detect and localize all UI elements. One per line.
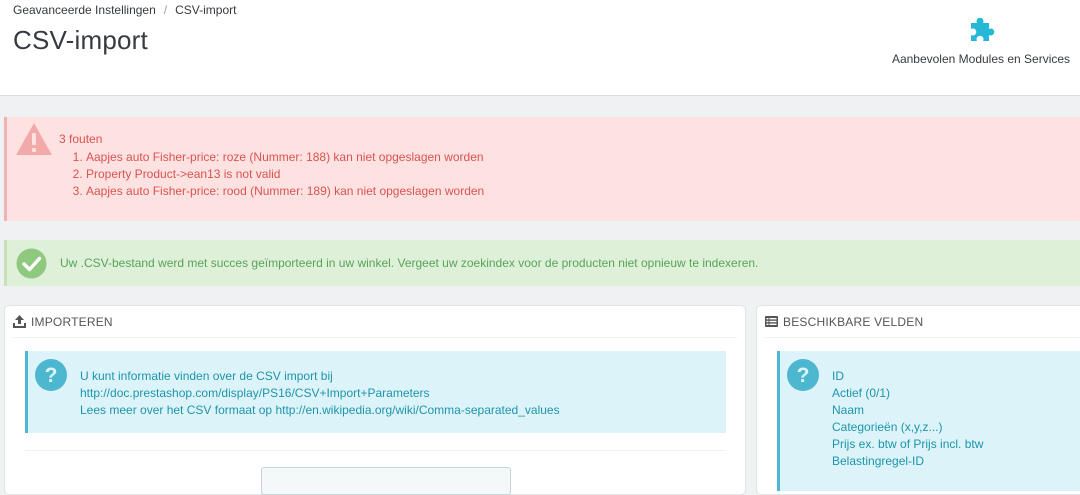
error-count: 3 fouten [59,132,103,146]
svg-text:?: ? [45,364,58,387]
import-info-text: U kunt informatie vinden over de CSV imp… [80,368,560,419]
error-item: Aapjes auto Fisher-price: rood (Nummer: … [86,183,484,200]
breadcrumb: Geavanceerde Instellingen / CSV-import [13,3,236,17]
warning-icon [16,123,52,155]
checkmark-circle-icon [16,248,47,279]
import-panel: IMPORTEREN ? U kunt informatie vinden ov… [4,305,746,495]
fields-list: ID Actief (0/1) Naam Categorieën (x,y,z.… [832,368,983,470]
import-type-select[interactable] [261,467,511,495]
import-info-line: U kunt informatie vinden over de CSV imp… [80,369,333,383]
success-message: Uw .CSV-bestand werd met succes geïmport… [60,256,759,270]
available-fields-panel: BESCHIKBARE VELDEN ? ID Actief (0/1) Naa… [756,305,1080,495]
field-item: Belastingregel-ID [832,454,925,468]
doc-link[interactable]: http://doc.prestashop.com/display/PS16/C… [80,386,430,400]
help-icon: ? [787,359,819,391]
recommended-modules-button[interactable]: Aanbevolen Modules en Services [888,15,1074,66]
field-item: Categorieën (x,y,z...) [832,420,943,434]
error-list: Aapjes auto Fisher-price: roze (Nummer: … [59,149,484,200]
list-icon [765,316,778,327]
error-item: Aapjes auto Fisher-price: roze (Nummer: … [86,149,484,166]
svg-text:?: ? [797,364,810,387]
field-item: Actief (0/1) [832,386,891,400]
field-item: Naam [832,403,865,417]
error-item: Property Product->ean13 is not valid [86,166,484,183]
import-panel-heading: IMPORTEREN [13,306,737,338]
page-header: Geavanceerde Instellingen / CSV-import CSV… [0,0,1080,96]
breadcrumb-current[interactable]: CSV-import [175,3,236,17]
fields-info-box: ? ID Actief (0/1) Naam Categorieën (x,y,… [777,351,1080,491]
puzzle-icon [971,17,995,41]
available-fields-title: BESCHIKBARE VELDEN [783,314,924,329]
separator [25,450,726,451]
wikipedia-link[interactable]: http://en.wikipedia.org/wiki/Comma-separ… [275,403,559,417]
help-icon: ? [35,359,67,391]
import-info-line: Lees meer over het CSV formaat op [80,403,273,417]
import-info-box: ? U kunt informatie vinden over de CSV i… [25,351,726,433]
breadcrumb-separator: / [163,3,168,17]
page-title: CSV-import [13,25,148,55]
import-panel-title: IMPORTEREN [31,314,113,329]
success-alert: Uw .CSV-bestand werd met succes geïmport… [4,240,1080,286]
available-fields-heading: BESCHIKBARE VELDEN [765,306,1080,338]
error-alert: 3 fouten Aapjes auto Fisher-price: roze … [4,117,1080,221]
breadcrumb-parent[interactable]: Geavanceerde Instellingen [13,3,156,17]
field-item: Prijs ex. btw of Prijs incl. btw [832,437,984,451]
field-item: ID [832,369,844,383]
recommended-modules-label: Aanbevolen Modules en Services [891,52,1071,66]
upload-icon [13,315,26,328]
